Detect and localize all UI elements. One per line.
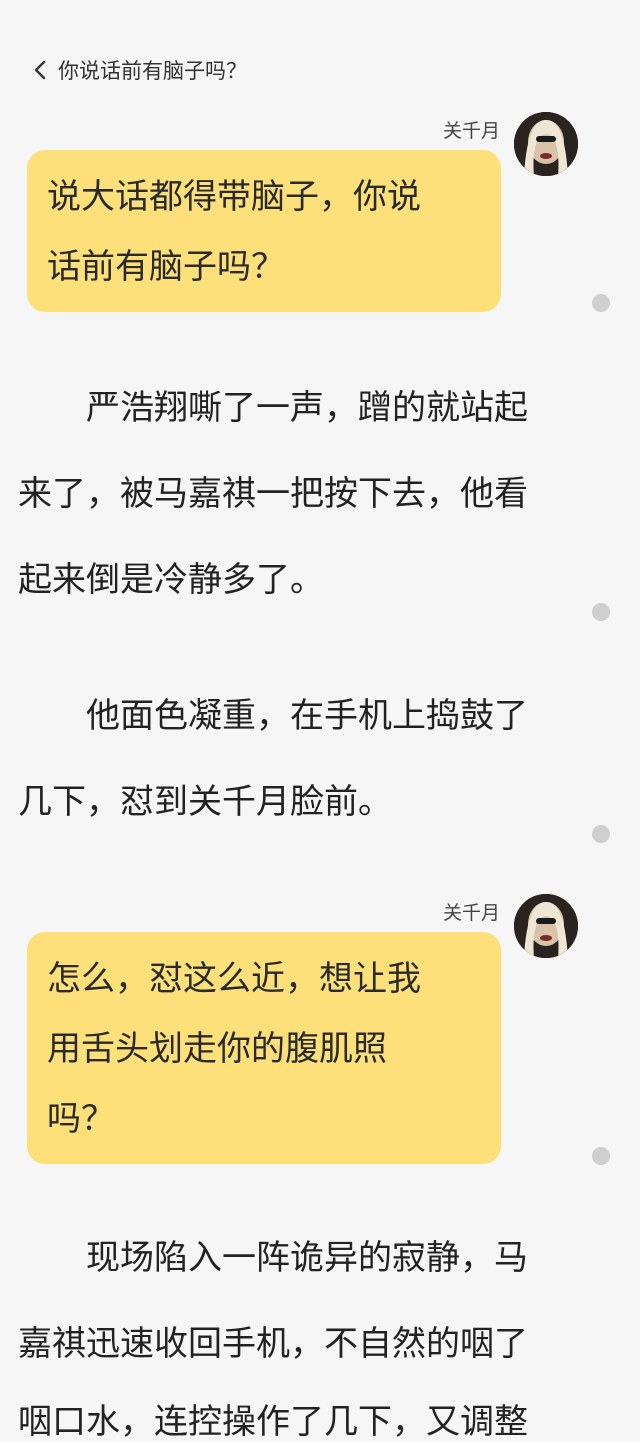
message-line: 用舌头划走你的腹肌照 [47,1029,387,1069]
comment-dot[interactable] [592,294,610,312]
message-line: 说大话都得带脑子，你说 [47,177,421,217]
avatar-image [514,112,578,176]
paragraph-line: 嘉祺迅速收回手机，不自然的咽了 [18,1324,528,1364]
comment-dot[interactable] [592,825,610,843]
paragraph-line: 起来倒是冷静多了。 [18,560,324,600]
avatar[interactable] [514,112,578,176]
paragraph-line: 严浩翔嘶了一声，蹭的就站起 [18,388,528,428]
speaker-name: 关千月 [442,902,500,924]
paragraph-line: 他面色凝重，在手机上捣鼓了 [18,696,528,736]
avatar-image [514,894,578,958]
chevron-left-icon [34,60,46,80]
message-line: 吗？ [47,1099,115,1139]
avatar[interactable] [514,894,578,958]
back-nav[interactable]: 你说话前有脑子吗？ [30,52,247,88]
message-line: 话前有脑子吗？ [47,247,285,287]
paragraph-line: 几下，怼到关千月脸前。 [18,782,392,822]
message-line: 怎么，怼这么近，想让我 [47,959,421,999]
message-bubble: 怎么，怼这么近，想让我 用舌头划走你的腹肌照 吗？ [27,932,501,1164]
paragraph-line: 现场陷入一阵诡异的寂静，马 [18,1238,528,1278]
back-title: 你说话前有脑子吗？ [58,59,247,83]
paragraph-line: 来了，被马嘉祺一把按下去，他看 [18,474,528,514]
comment-dot[interactable] [592,603,610,621]
speaker-name: 关千月 [442,120,500,142]
comment-dot[interactable] [592,1147,610,1165]
message-bubble: 说大话都得带脑子，你说 话前有脑子吗？ [27,150,501,312]
paragraph-line: 咽口水，连控操作了几下，又调整 [18,1402,528,1442]
